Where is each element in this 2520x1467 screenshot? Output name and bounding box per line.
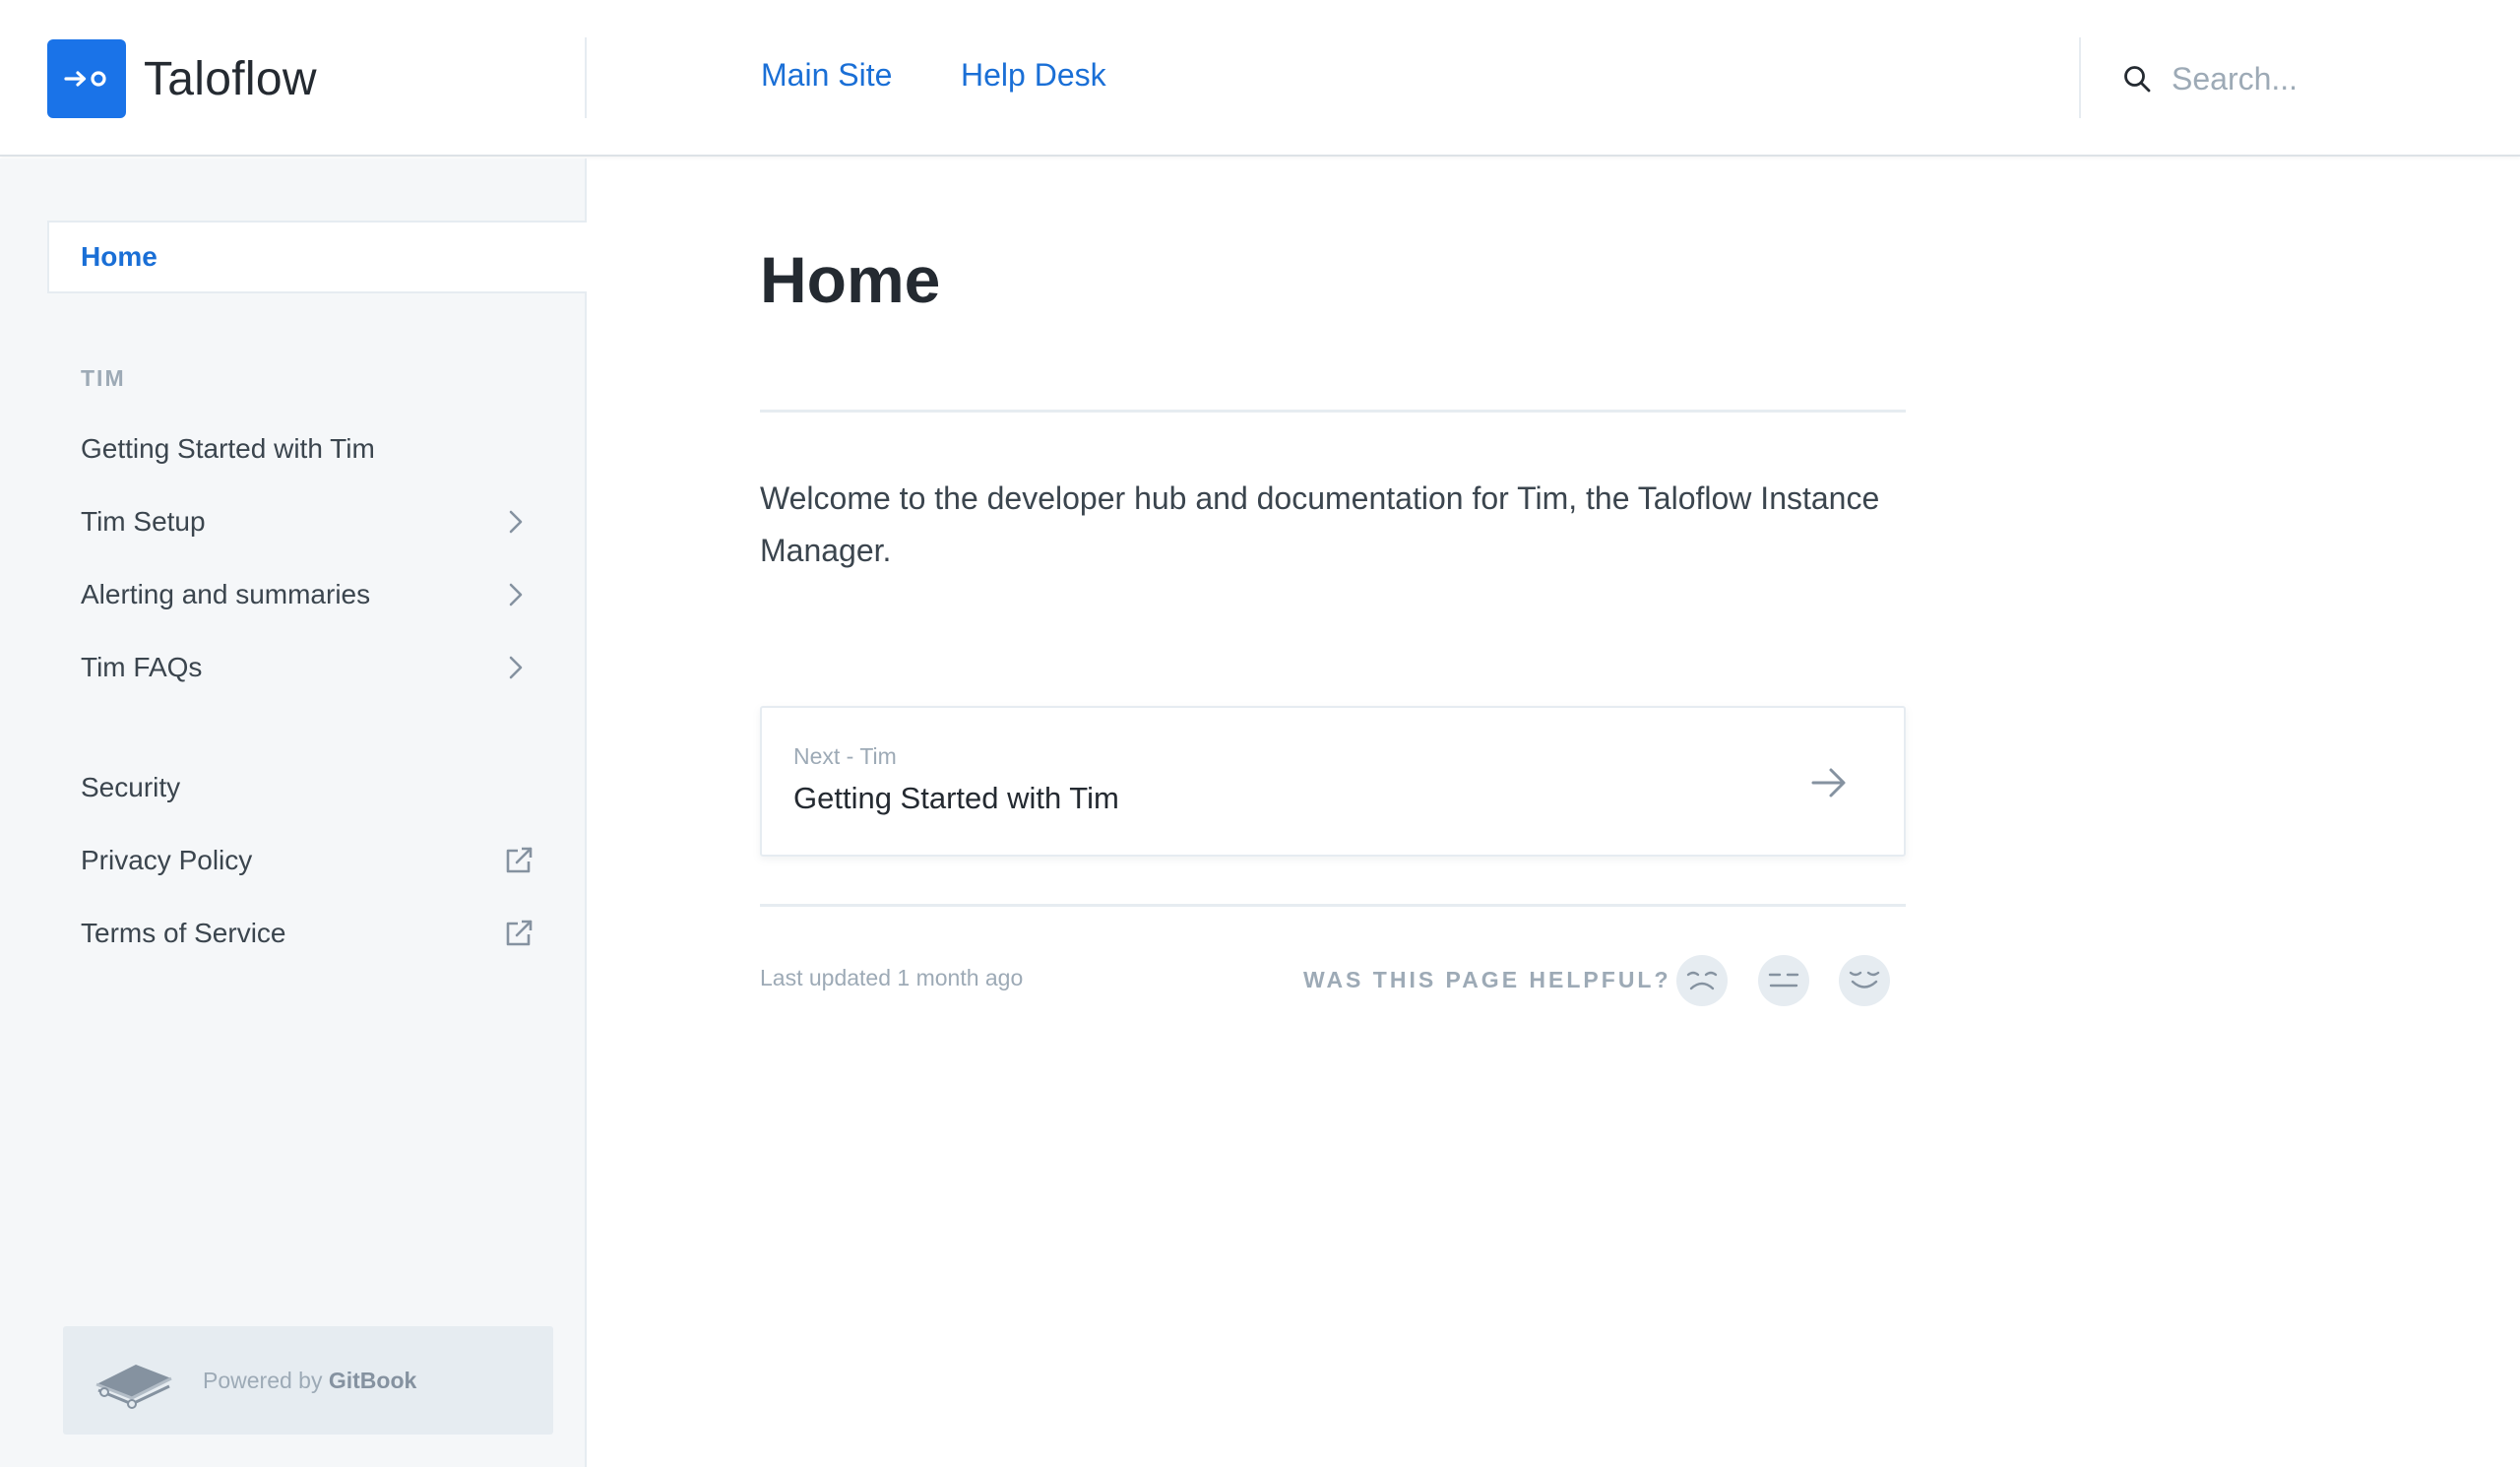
sidebar-item-label: Getting Started with Tim: [81, 433, 375, 464]
sidebar-item-getting-started[interactable]: Getting Started with Tim: [81, 424, 543, 474]
external-link-icon: [502, 844, 536, 877]
chevron-right-icon[interactable]: [502, 581, 530, 608]
sidebar-item-label: Security: [81, 772, 181, 802]
header-divider: [585, 37, 587, 118]
taloflow-logo-icon: [47, 39, 126, 118]
sidebar-section-title: TIM: [81, 365, 126, 391]
last-updated: Last updated 1 month ago: [760, 965, 1024, 990]
brand-name: Taloflow: [144, 52, 317, 105]
sidebar-item-privacy-policy[interactable]: Privacy Policy: [81, 836, 543, 885]
title-divider: [760, 410, 1906, 413]
helpful-prompt: WAS THIS PAGE HELPFUL?: [1303, 967, 1671, 992]
sidebar-item-label: Terms of Service: [81, 918, 286, 948]
gitbook-logo-icon: [93, 1351, 175, 1410]
chevron-right-icon[interactable]: [502, 508, 530, 536]
header-divider: [2079, 37, 2081, 118]
top-header: Taloflow Main Site Help Desk: [0, 0, 2520, 157]
sidebar-item-tim-setup[interactable]: Tim Setup: [81, 497, 543, 546]
powered-by-text: Powered by GitBook: [203, 1368, 416, 1394]
main-site-link[interactable]: Main Site: [761, 57, 892, 94]
sidebar-item-terms-of-service[interactable]: Terms of Service: [81, 909, 543, 958]
chevron-right-icon[interactable]: [502, 654, 530, 681]
brand[interactable]: Taloflow: [47, 39, 317, 118]
arrow-right-icon: [1809, 763, 1849, 802]
intro-paragraph: Welcome to the developer hub and documen…: [760, 480, 1880, 568]
search-input[interactable]: [2172, 54, 2467, 103]
sad-face-icon[interactable]: [1676, 955, 1728, 1006]
help-desk-link[interactable]: Help Desk: [961, 57, 1106, 94]
next-page-card[interactable]: Next - Tim Getting Started with Tim: [760, 706, 1906, 857]
sidebar: Home TIM Getting Started with Tim Tim Se…: [0, 159, 587, 1467]
sidebar-item-label: Tim FAQs: [81, 652, 203, 682]
page-title: Home: [760, 243, 941, 316]
powered-by-label: Powered by: [203, 1367, 323, 1393]
external-link-icon: [502, 917, 536, 950]
footer-divider: [760, 904, 1906, 907]
sidebar-item-tim-faqs[interactable]: Tim FAQs: [81, 643, 543, 692]
search-icon: [2122, 64, 2152, 94]
powered-by-gitbook[interactable]: Powered by GitBook: [63, 1326, 553, 1435]
sidebar-item-alerting[interactable]: Alerting and summaries: [81, 570, 543, 619]
sidebar-item-home[interactable]: Home: [47, 221, 587, 293]
happy-face-icon[interactable]: [1839, 955, 1890, 1006]
next-page-title: Getting Started with Tim: [793, 781, 1119, 815]
sidebar-item-label: Tim Setup: [81, 506, 206, 537]
sidebar-item-label: Alerting and summaries: [81, 579, 371, 609]
sidebar-item-security[interactable]: Security: [81, 763, 543, 812]
search-box[interactable]: [2122, 53, 2467, 104]
next-page-label: Next - Tim: [793, 743, 897, 769]
sidebar-item-label: Privacy Policy: [81, 845, 253, 875]
gitbook-brand: GitBook: [328, 1367, 417, 1393]
neutral-face-icon[interactable]: [1758, 955, 1809, 1006]
